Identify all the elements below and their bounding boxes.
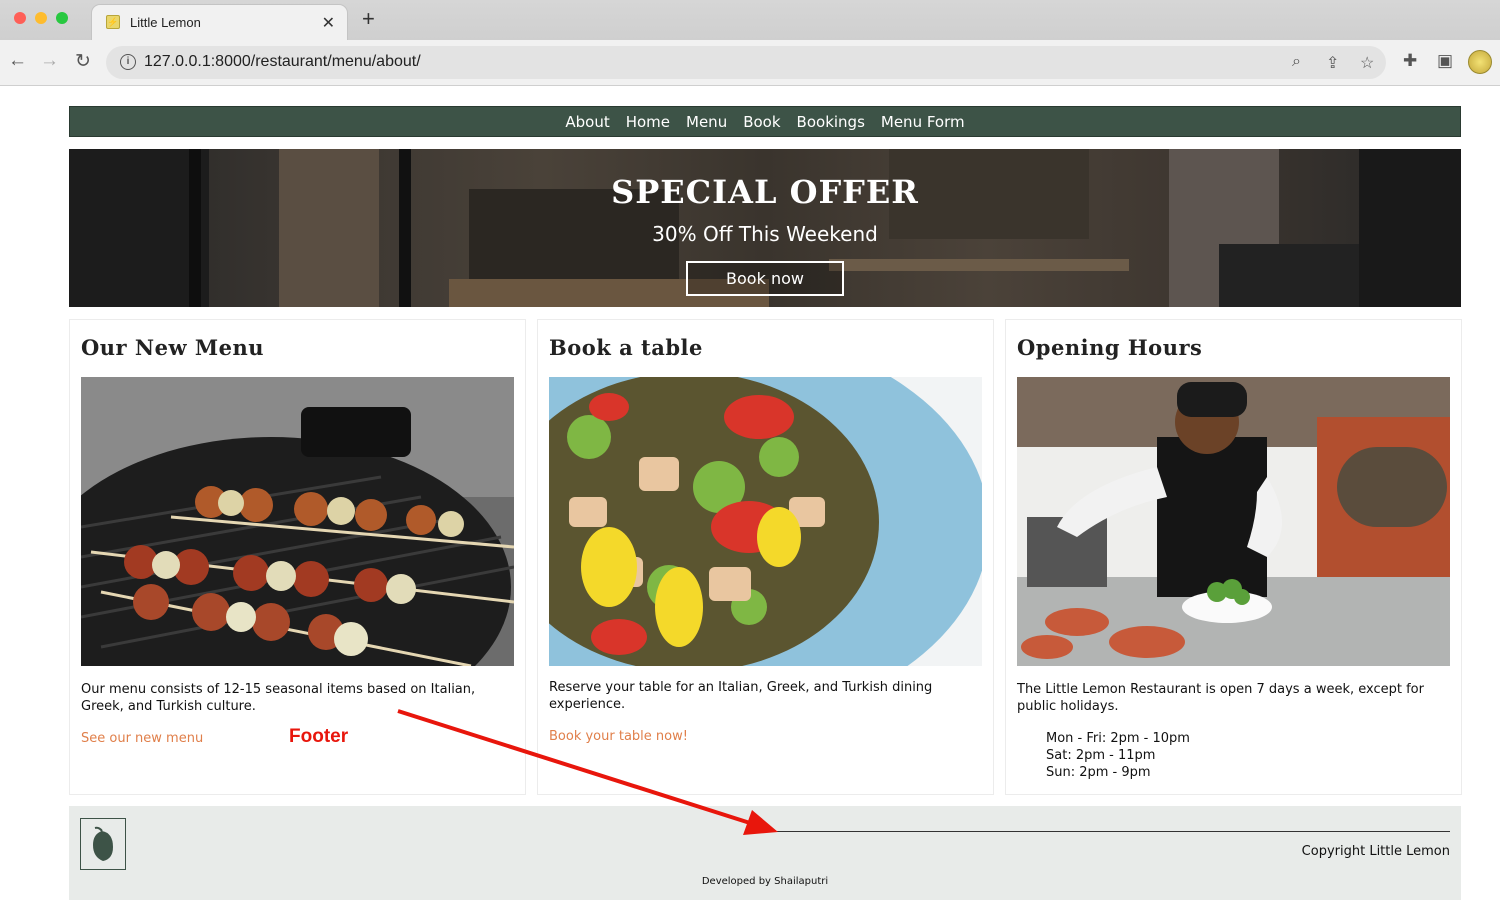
tab-bar: ⚡ Little Lemon ✕ + [0,0,1500,41]
chef-kitchen-image [1017,377,1450,666]
window-controls [14,12,68,24]
address-bar[interactable]: i 127.0.0.1:8000/restaurant/menu/about/ … [106,46,1386,79]
footer: Copyright Little Lemon Developed by Shai… [69,806,1461,900]
page-content: About Home Menu Book Bookings Menu Form … [0,86,1500,913]
hours-weekdays: Mon - Fri: 2pm - 10pm [1046,731,1190,746]
reload-icon[interactable]: ↻ [75,50,91,73]
main-navigation: About Home Menu Book Bookings Menu Form [69,106,1461,137]
nav-item-bookings[interactable]: Bookings [797,113,865,131]
site-info-icon[interactable]: i [120,54,136,70]
card-text: Reserve your table for an Italian, Greek… [549,680,933,712]
book-table-link[interactable]: Book your table now! [549,729,688,744]
browser-toolbar: ← → ↻ i 127.0.0.1:8000/restaurant/menu/a… [0,40,1500,86]
tab-title: Little Lemon [130,15,201,30]
footer-divider [774,831,1450,832]
hero-banner: SPECIAL OFFER 30% Off This Weekend Book … [69,149,1461,307]
card-title: Opening Hours [1017,335,1203,360]
forward-icon[interactable]: → [40,50,59,72]
back-icon[interactable]: ← [8,50,27,72]
share-icon[interactable]: ⇪ [1326,53,1339,73]
nav-item-book[interactable]: Book [743,113,780,131]
hero-title: SPECIAL OFFER [611,173,919,211]
profile-avatar[interactable] [1468,50,1492,74]
card-book-a-table: Book a table Reserve your table for an I… [537,319,994,795]
url-text[interactable]: 127.0.0.1:8000/restaurant/menu/about/ [144,53,421,71]
nav-item-about[interactable]: About [565,113,609,131]
nav-item-home[interactable]: Home [626,113,670,131]
footer-annotation-label: Footer [289,726,349,747]
see-menu-link[interactable]: See our new menu [81,731,203,746]
card-opening-hours: Opening Hours The Little Lemon Restauran… [1005,319,1462,795]
grilled-skewers-image [81,377,514,666]
card-text: Our menu consists of 12-15 seasonal item… [81,682,476,714]
card-title: Our New Menu [81,335,265,360]
favicon-icon: ⚡ [106,15,120,29]
salad-plate-image [549,377,982,666]
browser-tab[interactable]: ⚡ Little Lemon ✕ [91,4,348,41]
hero-subtitle: 30% Off This Weekend [652,222,878,246]
copyright-text: Copyright Little Lemon [1301,844,1450,859]
maximize-window-button[interactable] [56,12,68,24]
side-panel-icon[interactable]: ▣ [1437,51,1453,71]
book-now-button[interactable]: Book now [686,261,844,296]
new-tab-icon[interactable]: + [362,6,375,32]
card-title: Book a table [549,335,703,360]
browser-chrome: ⚡ Little Lemon ✕ + ← → ↻ i 127.0.0.1:800… [0,0,1500,86]
nav-item-menu[interactable]: Menu [686,113,727,131]
minimize-window-button[interactable] [35,12,47,24]
hours-saturday: Sat: 2pm - 11pm [1046,748,1156,763]
close-tab-icon[interactable]: ✕ [322,13,335,33]
hours-sunday: Sun: 2pm - 9pm [1046,765,1151,780]
bookmark-star-icon[interactable]: ☆ [1360,53,1374,73]
extensions-icon[interactable]: ✚ [1403,51,1417,71]
zoom-icon[interactable]: ⌕ [1292,53,1301,71]
nav-item-menu-form[interactable]: Menu Form [881,113,965,131]
developed-by-text: Developed by Shailaputri [701,876,829,887]
lemon-logo-icon [80,818,126,870]
close-window-button[interactable] [14,12,26,24]
card-text: The Little Lemon Restaurant is open 7 da… [1017,682,1424,714]
card-our-new-menu: Our New Menu Our menu consists of 12-15 … [69,319,526,795]
opening-hours-list: Mon - Fri: 2pm - 10pm Sat: 2pm - 11pm Su… [1046,730,1190,781]
